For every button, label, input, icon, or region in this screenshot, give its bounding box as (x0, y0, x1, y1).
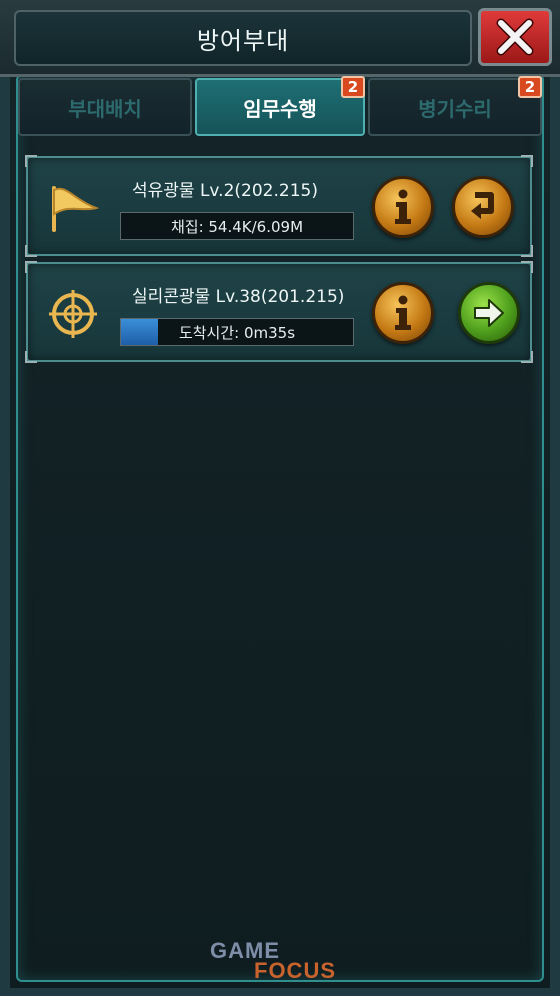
mission-progress-bar: 도착시간: 0m35s (120, 318, 354, 346)
flag-icon (52, 186, 100, 232)
progress-fill (121, 319, 159, 345)
card-corner (25, 245, 37, 257)
notification-badge: 2 (341, 76, 365, 98)
go-button[interactable] (458, 282, 520, 344)
arrow-right-icon (474, 299, 504, 327)
card-corner (521, 155, 533, 167)
watermark-logo: GAME FOCUS (210, 938, 360, 988)
card-corner (25, 261, 37, 273)
mission-card: 실리콘광물 Lv.38(201.215) 도착시간: 0m35s (25, 261, 533, 363)
card-corner (521, 261, 533, 273)
header: 방어부대 (0, 0, 560, 77)
watermark-line2: FOCUS (254, 958, 336, 983)
card-corner (25, 155, 37, 167)
tab-weapon-repair[interactable]: 병기수리 2 (368, 76, 542, 136)
close-button[interactable] (478, 8, 552, 66)
return-button[interactable] (452, 176, 514, 238)
tab-unit-deploy[interactable]: 부대배치 (18, 78, 192, 136)
status-text: 채집: 54.4K/6.09M (170, 217, 304, 236)
page-title: 방어부대 (196, 26, 290, 55)
tab-mission[interactable]: 임무수행 2 (195, 76, 365, 136)
window-frame (0, 0, 560, 996)
mission-title: 석유광물 Lv.2(202.215) (132, 181, 318, 201)
return-arrow-icon (471, 192, 494, 219)
card-corner (25, 351, 37, 363)
info-icon (395, 189, 411, 224)
title-bar: 방어부대 (14, 10, 472, 66)
crosshair-icon (49, 290, 97, 338)
notification-badge: 2 (518, 76, 542, 98)
mission-card: 석유광물 Lv.2(202.215) 채집: 54.4K/6.09M (25, 155, 533, 257)
tab-label: 병기수리 (418, 96, 492, 121)
tab-label: 임무수행 (243, 96, 317, 121)
info-button[interactable] (372, 176, 434, 238)
info-button[interactable] (372, 282, 434, 344)
mission-title: 실리콘광물 Lv.38(201.215) (132, 287, 345, 307)
tab-label: 부대배치 (68, 96, 142, 121)
mission-status: 채집: 54.4K/6.09M (120, 212, 354, 240)
status-text: 도착시간: 0m35s (178, 323, 296, 342)
card-corner (521, 245, 533, 257)
close-icon (496, 18, 534, 56)
card-corner (521, 351, 533, 363)
info-icon (395, 295, 411, 330)
